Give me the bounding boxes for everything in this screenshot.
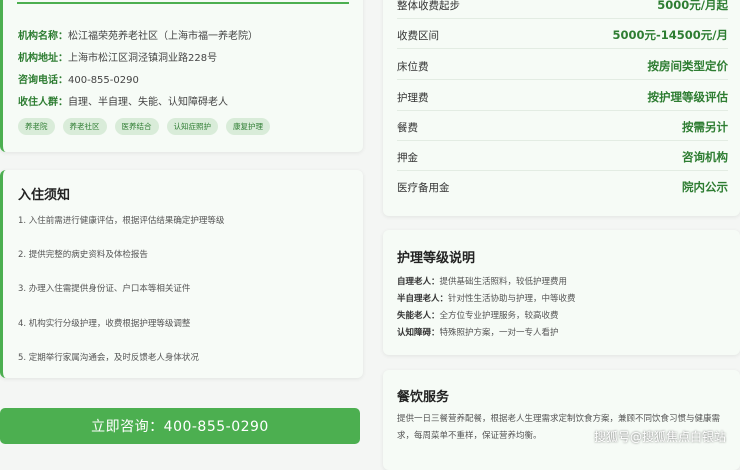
fee-row: 床位费 按房间类型定价 [397, 53, 728, 80]
tag[interactable]: 养老院 [18, 118, 55, 135]
info-phone-row: 咨询电话：400-855-0290 [18, 75, 139, 86]
institution-info-card: 机构名称：松江福荣苑养老社区（上海市福一养老院） 机构地址：上海市松江区洞泾镇洞… [0, 0, 363, 152]
fee-row: 押金 咨询机构 [397, 144, 728, 171]
divider [17, 2, 349, 4]
care-level-item: 认知障碍：特殊照护方案，一对一专人看护 [397, 328, 559, 338]
admission-notice-card: 入住须知 1. 入住前需进行健康评估，根据评估结果确定护理等级 2. 提供完整的… [0, 170, 363, 378]
care-level-item: 半自理老人：针对性生活协助与护理，中等收费 [397, 294, 576, 304]
notice-item: 5. 定期举行家属沟通会，及时反馈老人身体状况 [18, 353, 199, 363]
info-address-row: 机构地址：上海市松江区洞泾镇洞业路228号 [18, 53, 218, 64]
fee-row: 医疗备用金 院内公示 [397, 180, 728, 194]
fee-row: 护理费 按护理等级评估 [397, 84, 728, 111]
tag[interactable]: 康复护理 [226, 118, 270, 135]
fee-card: 整体收费起步 5000元/月起 收费区间 5000元-14500元/月 床位费 … [383, 0, 740, 216]
notice-item: 4. 机构实行分级护理，收费根据护理等级调整 [18, 319, 191, 329]
fee-row: 餐费 按需另计 [397, 114, 728, 141]
notice-title: 入住须知 [18, 188, 71, 203]
tag[interactable]: 认知症照护 [166, 118, 218, 135]
info-name-row: 机构名称：松江福荣苑养老社区（上海市福一养老院） [18, 31, 258, 42]
food-title: 餐饮服务 [397, 390, 450, 405]
care-level-card: 护理等级说明 自理老人：提供基础生活照料，较低护理费用 半自理老人：针对性生活协… [383, 230, 740, 355]
notice-item: 3. 办理入住需提供身份证、户口本等相关证件 [18, 284, 191, 294]
care-level-item: 失能老人：全方位专业护理服务，较高收费 [397, 311, 559, 321]
tag-list: 养老院 养老社区 医养结合 认知症照护 康复护理 [18, 118, 270, 135]
care-level-title: 护理等级说明 [397, 251, 476, 266]
notice-item: 2. 提供完整的病史资料及体检报告 [18, 250, 148, 260]
info-crowd-row: 收住人群：自理、半自理、失能、认知障碍老人 [18, 97, 228, 108]
watermark: 搜狐号@搜狐焦点白银站 [593, 430, 726, 444]
fee-row: 收费区间 5000元-14500元/月 [397, 22, 728, 49]
notice-item: 1. 入住前需进行健康评估，根据评估结果确定护理等级 [18, 216, 225, 226]
consult-button[interactable]: 立即咨询：400-855-0290 [0, 408, 360, 444]
food-service-card: 餐饮服务 提供一日三餐营养配餐，根据老人生理需求定制饮食方案，兼顾不同饮食习惯与… [383, 370, 740, 470]
tag[interactable]: 养老社区 [62, 118, 107, 135]
fee-row: 整体收费起步 5000元/月起 [397, 0, 728, 19]
tag[interactable]: 医养结合 [114, 118, 159, 135]
care-level-item: 自理老人：提供基础生活照料，较低护理费用 [397, 277, 568, 287]
